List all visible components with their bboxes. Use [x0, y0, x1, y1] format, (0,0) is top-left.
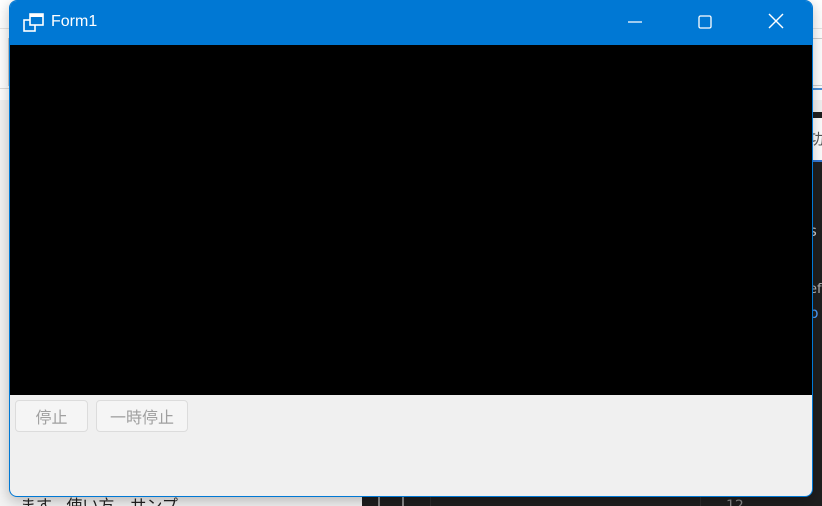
maximize-icon [698, 14, 712, 33]
pause-button[interactable]: 一時停止 [96, 400, 188, 432]
close-icon [768, 13, 784, 33]
app-window-icon [23, 13, 45, 33]
stop-button[interactable]: 停止 [15, 400, 88, 432]
video-display-area[interactable] [10, 45, 812, 395]
line-number: 12 [726, 498, 744, 506]
window-title: Form1 [51, 13, 98, 30]
minimize-button[interactable] [600, 1, 670, 45]
title-bar[interactable]: Form1 [10, 1, 812, 45]
maximize-button[interactable] [670, 1, 740, 45]
form1-window: Form1 停止 一時停止 [9, 0, 813, 497]
close-button[interactable] [741, 1, 811, 45]
minimize-icon [628, 14, 642, 33]
